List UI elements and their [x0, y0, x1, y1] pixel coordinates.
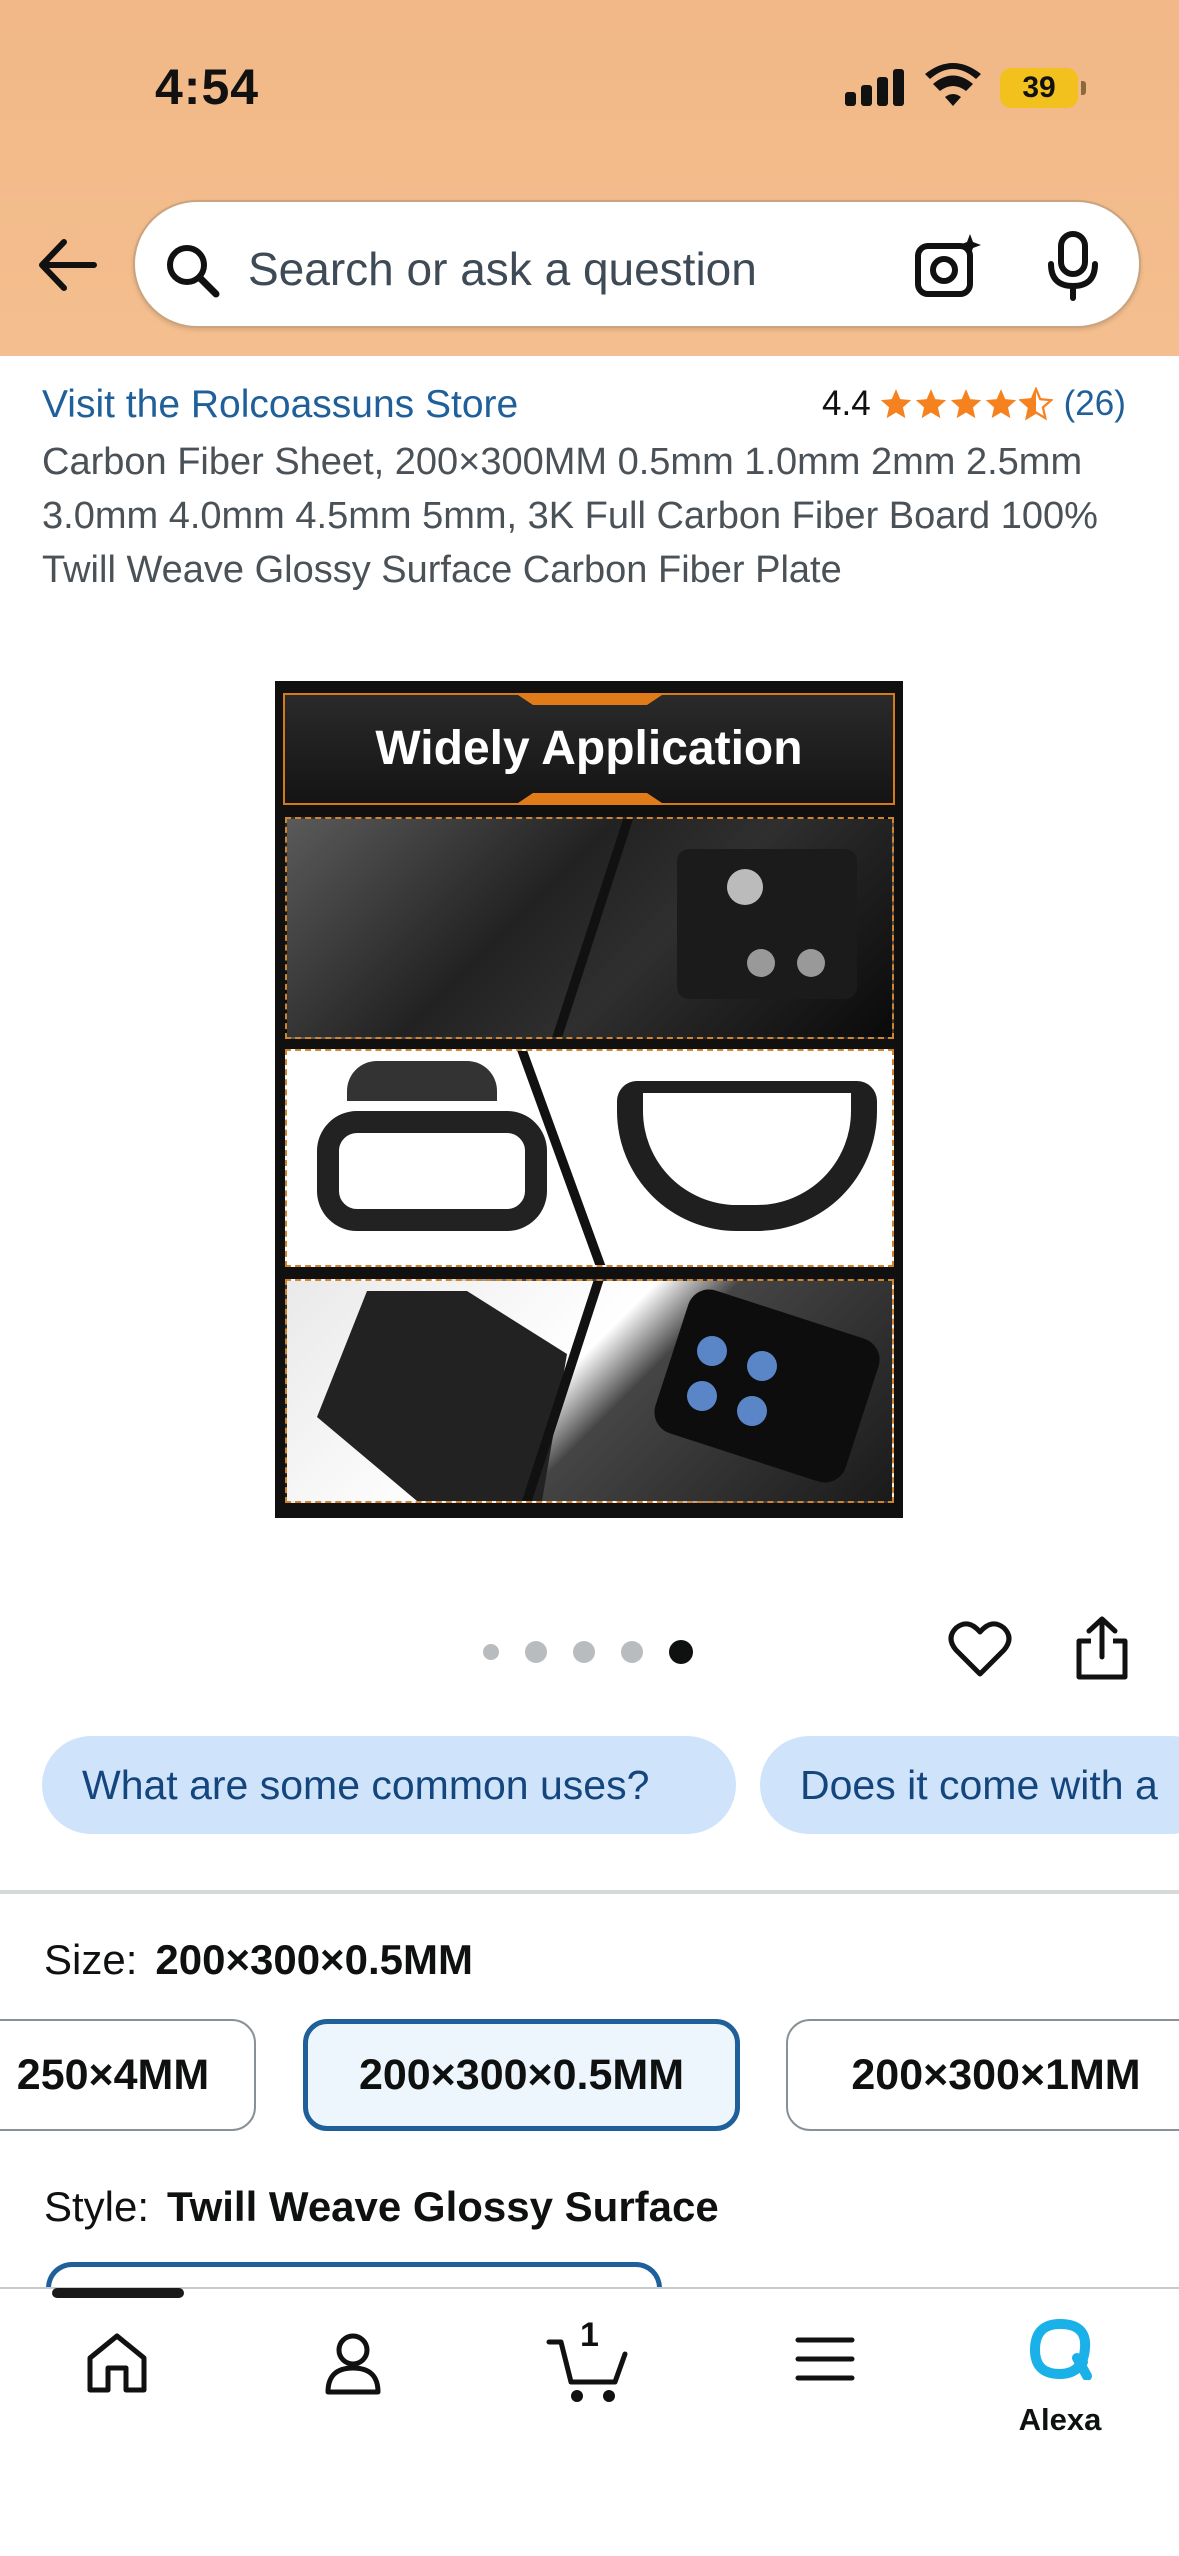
rating-stars	[879, 387, 1054, 421]
tab-home[interactable]	[57, 2318, 177, 2438]
pager-dot[interactable]	[573, 1641, 595, 1663]
heart-icon[interactable]	[948, 1618, 1012, 1680]
home-icon	[87, 2333, 147, 2393]
share-icon[interactable]	[1073, 1615, 1131, 1681]
search-icon	[167, 245, 220, 298]
size-selected-value: 200×300×0.5MM	[155, 1936, 473, 1983]
mic-icon[interactable]	[1043, 230, 1103, 302]
style-selected-value: Twill Weave Glossy Surface	[167, 2183, 719, 2230]
review-count[interactable]: (26)	[1064, 384, 1126, 424]
active-tab-indicator	[52, 2288, 184, 2298]
question-chip[interactable]: Does it come with a	[760, 1736, 1179, 1834]
store-link[interactable]: Visit the Rolcoassuns Store	[42, 383, 518, 427]
image-banner: Widely Application	[283, 693, 895, 805]
pager-dot-active[interactable]	[669, 1640, 693, 1664]
rating[interactable]: 4.4 (26)	[822, 384, 1126, 424]
image-pager[interactable]	[483, 1640, 719, 1664]
tab-alexa[interactable]: Alexa	[1000, 2318, 1120, 2438]
product-title: Carbon Fiber Sheet, 200×300MM 0.5mm 1.0m…	[42, 441, 1098, 591]
tab-menu[interactable]	[765, 2318, 885, 2438]
image-banner-text: Widely Application	[375, 722, 803, 775]
product-image[interactable]: Widely Application	[275, 681, 903, 1518]
rating-value: 4.4	[822, 384, 871, 423]
image-tile-parts-and-phone	[285, 1279, 894, 1503]
menu-icon	[795, 2337, 855, 2381]
product-page: 4:54 39 Search or ask a question Visit t…	[0, 0, 1179, 2556]
size-option[interactable]: 250×4MM	[0, 2019, 256, 2131]
wifi-icon	[925, 63, 981, 106]
tab-cart[interactable]: 1	[528, 2316, 648, 2438]
cellular-signal-icon	[845, 68, 905, 106]
size-heading: Size: 200×300×0.5MM	[44, 1936, 473, 1984]
account-icon	[325, 2333, 381, 2395]
size-option[interactable]: 200×300×1MM	[786, 2019, 1179, 2131]
size-label: Size:	[44, 1936, 138, 1983]
question-chip[interactable]: What are some common uses?	[42, 1736, 736, 1834]
cart-count-badge: 1	[580, 2316, 599, 2354]
star-icon	[950, 389, 981, 419]
section-divider	[0, 1890, 1179, 1894]
star-icon	[915, 389, 946, 419]
back-arrow-icon[interactable]	[34, 232, 100, 298]
tab-account[interactable]	[293, 2318, 413, 2438]
image-tile-mask-and-fairing	[285, 1049, 894, 1267]
pager-dot[interactable]	[483, 1644, 499, 1660]
style-heading: Style: Twill Weave Glossy Surface	[44, 2183, 719, 2231]
pager-dot[interactable]	[621, 1641, 643, 1663]
star-icon	[985, 389, 1016, 419]
camera-icon[interactable]	[912, 230, 984, 302]
style-label: Style:	[44, 2183, 150, 2230]
star-icon	[880, 389, 911, 419]
search-input[interactable]: Search or ask a question	[248, 242, 757, 296]
alexa-icon	[1029, 2319, 1092, 2380]
size-option-selected[interactable]: 200×300×0.5MM	[303, 2019, 740, 2131]
status-time: 4:54	[155, 59, 260, 115]
header: 4:54 39 Search or ask a question	[0, 0, 1179, 356]
half-star-icon	[1018, 387, 1053, 421]
pager-dot[interactable]	[525, 1641, 547, 1663]
image-tile-seat-harness	[285, 817, 894, 1039]
alexa-label: Alexa	[1018, 2402, 1102, 2437]
battery-indicator: 39	[1000, 68, 1086, 108]
search-bar[interactable]: Search or ask a question	[133, 200, 1141, 328]
